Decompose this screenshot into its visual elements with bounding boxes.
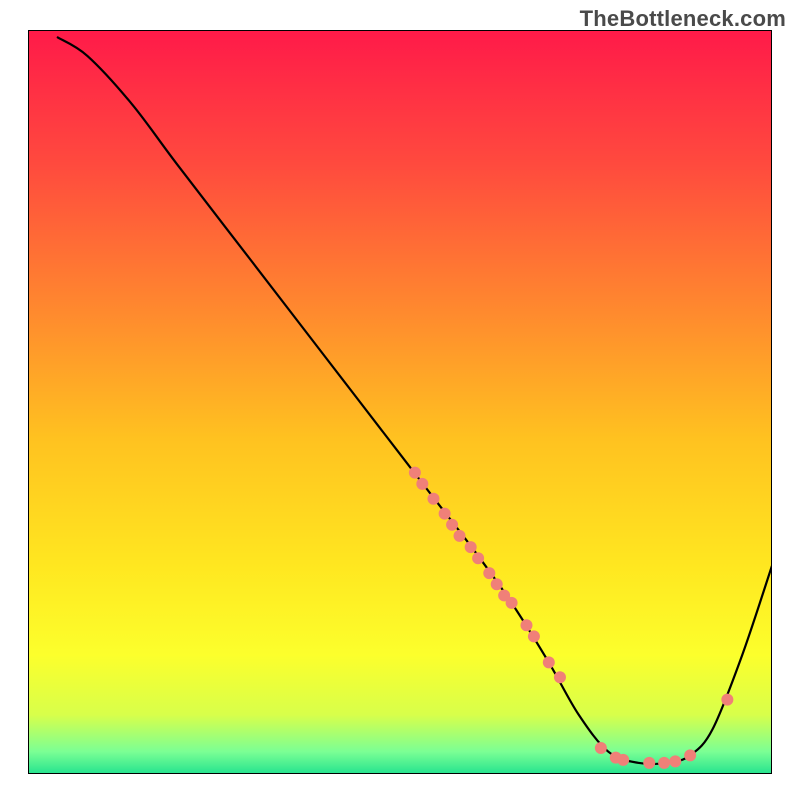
data-marker (472, 552, 484, 564)
data-marker (491, 578, 503, 590)
data-marker (554, 671, 566, 683)
data-marker (595, 742, 607, 754)
data-marker (669, 755, 681, 767)
data-marker (721, 694, 733, 706)
data-marker (528, 630, 540, 642)
plot-background (28, 30, 772, 774)
data-marker (617, 754, 629, 766)
chart-container: TheBottleneck.com (0, 0, 800, 800)
data-marker (658, 757, 670, 769)
data-marker (427, 493, 439, 505)
data-marker (543, 656, 555, 668)
chart-plot (28, 30, 772, 774)
data-marker (446, 519, 458, 531)
data-marker (684, 749, 696, 761)
data-marker (643, 757, 655, 769)
data-marker (416, 478, 428, 490)
watermark-text: TheBottleneck.com (580, 6, 786, 32)
data-marker (506, 597, 518, 609)
data-marker (520, 619, 532, 631)
data-marker (439, 508, 451, 520)
data-marker (454, 530, 466, 542)
data-marker (465, 541, 477, 553)
data-marker (409, 467, 421, 479)
data-marker (483, 567, 495, 579)
